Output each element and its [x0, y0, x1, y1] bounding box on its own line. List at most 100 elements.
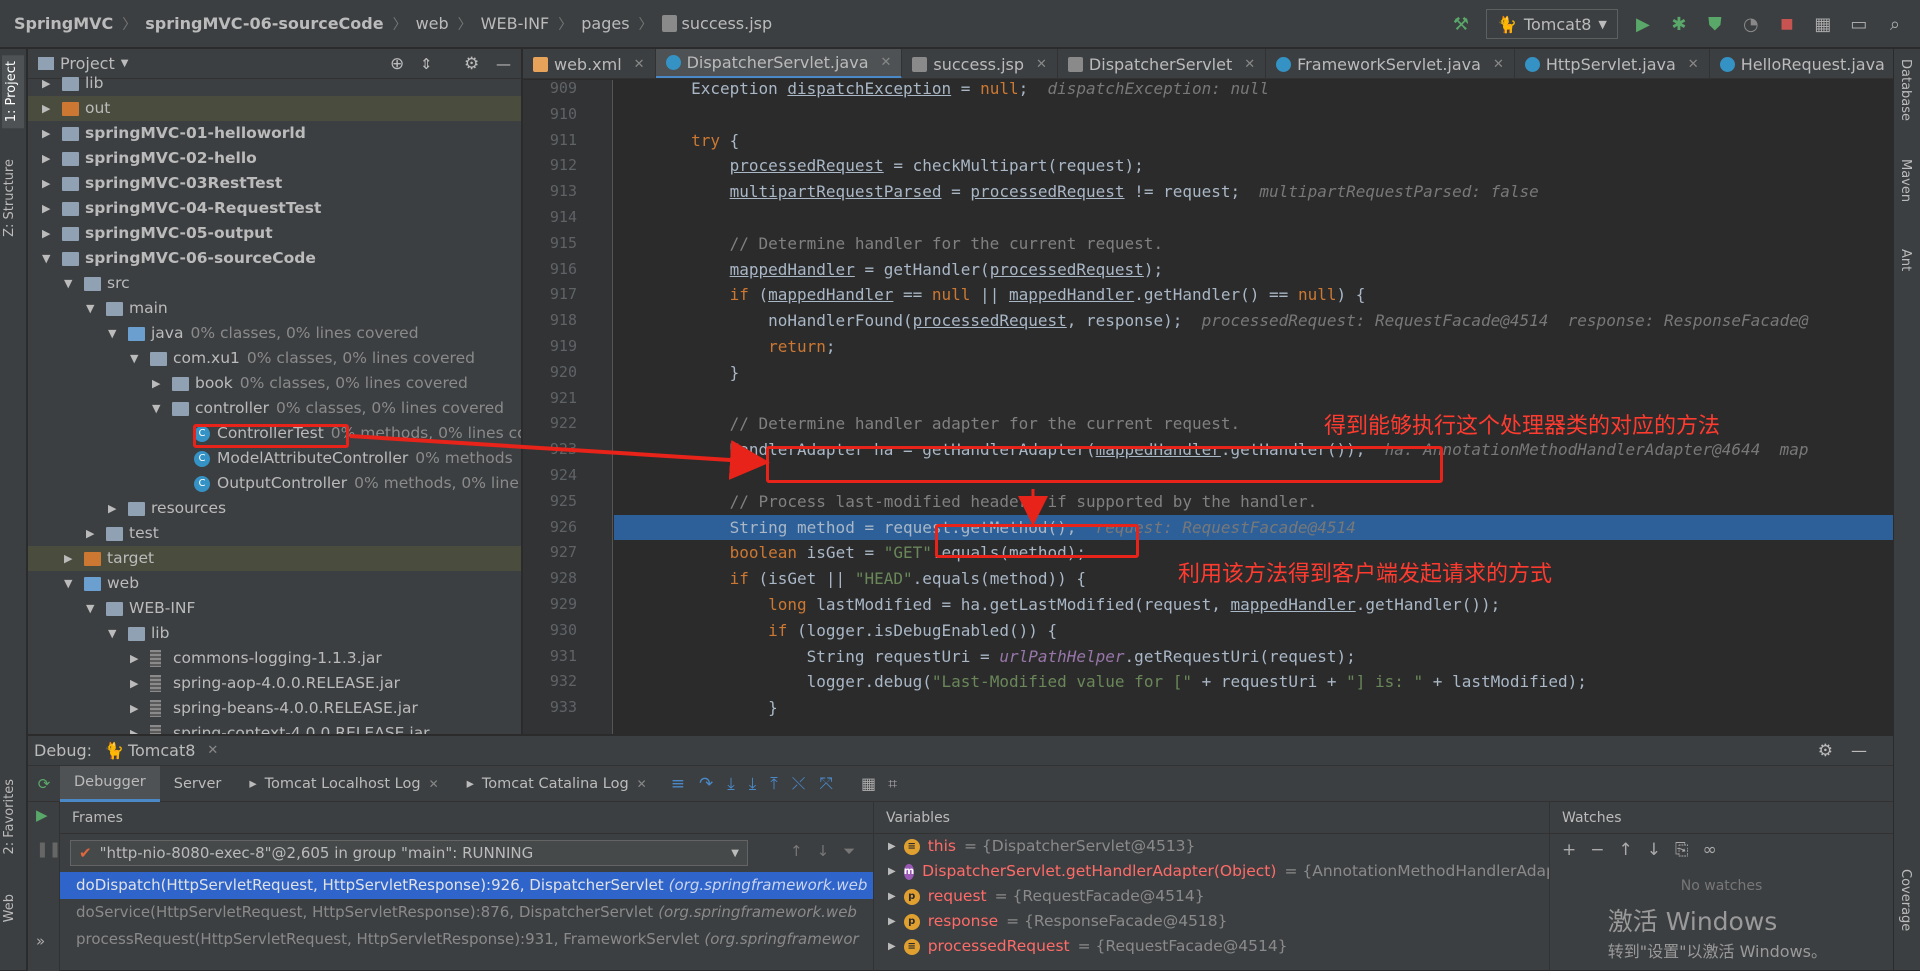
expand-right-icon[interactable]: ▶: [64, 546, 72, 571]
tree-item[interactable]: ▼ main: [28, 296, 521, 321]
expand-right-icon[interactable]: ▶: [888, 884, 896, 909]
editor-tab[interactable]: HttpServlet.java ✕: [1515, 49, 1710, 78]
pause-icon[interactable]: ❚❚: [36, 840, 61, 858]
tree-item[interactable]: ▼ com.xu1 0% classes, 0% lines covered: [28, 346, 521, 371]
tool-tab-favorites[interactable]: 2: Favorites: [2, 779, 17, 855]
run-configuration-select[interactable]: 🐈 Tomcat8 ▼: [1486, 9, 1618, 39]
code-line[interactable]: [614, 205, 1893, 230]
code-line[interactable]: processedRequest = checkMultipart(reques…: [614, 153, 1893, 178]
debug-session-tab[interactable]: Tomcat8: [128, 741, 195, 760]
frame-nav-icons[interactable]: ↑↓⏷: [790, 842, 869, 860]
tab-catalina-log[interactable]: ▸ Tomcat Catalina Log ✕: [453, 766, 661, 802]
build-hammer-icon[interactable]: ⚒: [1450, 13, 1472, 35]
project-structure-icon[interactable]: ▦: [1812, 13, 1834, 35]
close-icon[interactable]: ✕: [1036, 57, 1047, 72]
editor-tab[interactable]: FrameworkServlet.java ✕: [1266, 49, 1515, 78]
expand-right-icon[interactable]: ▶: [42, 196, 50, 221]
expand-down-icon[interactable]: ▼: [152, 396, 160, 421]
watch-toolbar[interactable]: +−↑↓⎘∞: [1550, 834, 1893, 866]
expand-down-icon[interactable]: ▼: [108, 321, 116, 346]
tool-tab-coverage[interactable]: Coverage: [1898, 869, 1913, 931]
expand-right-icon[interactable]: ▶: [888, 934, 896, 959]
tree-item[interactable]: ▼ web: [28, 571, 521, 596]
expand-right-icon[interactable]: ▶: [42, 146, 50, 171]
tree-item[interactable]: ▶ springMVC-01-helloworld: [28, 121, 521, 146]
tab-localhost-log[interactable]: ▸ Tomcat Localhost Log ✕: [235, 766, 452, 802]
tree-item[interactable]: ▶ springMVC-04-RequestTest: [28, 196, 521, 221]
stop-icon[interactable]: ■: [1776, 13, 1798, 35]
code-line[interactable]: }: [614, 360, 1893, 385]
tree-item[interactable]: ▼ java 0% classes, 0% lines covered: [28, 321, 521, 346]
variable-row[interactable]: ▶ ≡ this = {DispatcherServlet@4513}: [874, 834, 1549, 859]
tree-item[interactable]: ▼ src: [28, 271, 521, 296]
tool-tab-maven[interactable]: Maven: [1898, 159, 1913, 202]
breadcrumb-web-inf[interactable]: WEB-INF: [481, 14, 550, 33]
coverage-icon[interactable]: ⛊: [1704, 13, 1726, 35]
code-line[interactable]: // Determine handler for the current req…: [614, 231, 1893, 256]
code-line[interactable]: if (mappedHandler == null || mappedHandl…: [614, 282, 1893, 307]
tool-tab-web[interactable]: Web: [2, 894, 17, 922]
expand-right-icon[interactable]: ▶: [42, 71, 50, 96]
close-icon[interactable]: ✕: [881, 55, 892, 70]
tree-item[interactable]: ▶ spring-aop-4.0.0.RELEASE.jar: [28, 671, 521, 696]
code-line[interactable]: [614, 102, 1893, 127]
expand-right-icon[interactable]: ▶: [130, 696, 138, 721]
tree-item[interactable]: ▶ out: [28, 96, 521, 121]
close-icon[interactable]: ✕: [1688, 57, 1699, 72]
close-icon[interactable]: ✕: [637, 777, 647, 791]
search-everywhere-icon[interactable]: ⌕: [1884, 13, 1906, 35]
expand-right-icon[interactable]: ▶: [130, 721, 138, 734]
run-icon[interactable]: ▶: [1632, 13, 1654, 35]
tool-tab-database[interactable]: Database: [1898, 59, 1913, 121]
tree-item[interactable]: ▶ springMVC-05-output: [28, 221, 521, 246]
tree-item[interactable]: ▼ lib: [28, 621, 521, 646]
profiler-icon[interactable]: ◔: [1740, 13, 1762, 35]
tree-item[interactable]: ▶ springMVC-02-hello: [28, 146, 521, 171]
rerun-icon[interactable]: ⟳: [28, 775, 60, 793]
presentation-mode-icon[interactable]: ▭: [1848, 13, 1870, 35]
tree-item[interactable]: ▶ spring-context-4.0.0.RELEASE.jar: [28, 721, 521, 734]
tree-item[interactable]: ▼ springMVC-06-sourceCode: [28, 246, 521, 271]
tree-item[interactable]: ▶ springMVC-03RestTest: [28, 171, 521, 196]
close-icon[interactable]: ✕: [634, 57, 645, 72]
code-line[interactable]: if (logger.isDebugEnabled()) {: [614, 618, 1893, 643]
expand-down-icon[interactable]: ▼: [86, 296, 94, 321]
editor-tab[interactable]: DispatcherServlet.java ✕: [655, 49, 903, 78]
tree-item[interactable]: ▶ resources: [28, 496, 521, 521]
code-line[interactable]: multipartRequestParsed = processedReques…: [614, 179, 1893, 204]
stack-frame[interactable]: processRequest(HttpServletRequest, HttpS…: [60, 926, 873, 953]
editor-tab[interactable]: HelloRequest.java✕: [1710, 49, 1893, 78]
code-line[interactable]: logger.debug("Last-Modified value for ["…: [614, 669, 1893, 694]
expand-right-icon[interactable]: ▶: [130, 671, 138, 696]
expand-down-icon[interactable]: ▼: [64, 571, 72, 596]
tree-item[interactable]: ▶ target: [28, 546, 521, 571]
code-line[interactable]: }: [614, 695, 1893, 720]
variable-row[interactable]: ▶ p request = {RequestFacade@4514}: [874, 884, 1549, 909]
chevron-down-icon[interactable]: ▼: [121, 58, 129, 69]
breadcrumb-web[interactable]: web: [416, 14, 449, 33]
expand-right-icon[interactable]: ▶: [42, 96, 50, 121]
expand-right-icon[interactable]: ▶: [130, 646, 138, 671]
tree-item[interactable]: ▶ spring-beans-4.0.0.RELEASE.jar: [28, 696, 521, 721]
close-icon[interactable]: ✕: [1244, 57, 1255, 72]
expand-right-icon[interactable]: ▶: [42, 221, 50, 246]
stack-frame[interactable]: doDispatch(HttpServletRequest, HttpServl…: [60, 872, 873, 899]
expand-down-icon[interactable]: ▼: [108, 621, 116, 646]
code-line[interactable]: Exception dispatchException = null; disp…: [614, 80, 1893, 101]
tree-item[interactable]: ▼ WEB-INF: [28, 596, 521, 621]
expand-right-icon[interactable]: ▶: [888, 859, 896, 884]
expand-down-icon[interactable]: ▼: [86, 596, 94, 621]
variable-row[interactable]: ▶ ≡ processedRequest = {RequestFacade@4514}: [874, 934, 1549, 959]
more-icon[interactable]: »: [36, 932, 45, 950]
variable-row[interactable]: ▶ m DispatcherServlet.getHandlerAdapter(Ob…: [874, 859, 1549, 884]
breadcrumb-project[interactable]: SpringMVC: [14, 14, 113, 33]
step-buttons[interactable]: ≡↷⤓⤓⤒⤬⤧: [671, 774, 847, 794]
expand-right-icon[interactable]: ▶: [108, 496, 116, 521]
expand-down-icon[interactable]: ▼: [42, 246, 50, 271]
thread-select[interactable]: ✔ "http-nio-8080-exec-8"@2,605 in group …: [70, 840, 748, 866]
tab-debugger[interactable]: Debugger: [60, 765, 160, 802]
expand-right-icon[interactable]: ▶: [86, 521, 94, 546]
close-icon[interactable]: ✕: [1493, 57, 1504, 72]
expand-down-icon[interactable]: ▼: [64, 271, 72, 296]
code-editor[interactable]: Exception dispatchException = null; disp…: [614, 80, 1893, 734]
